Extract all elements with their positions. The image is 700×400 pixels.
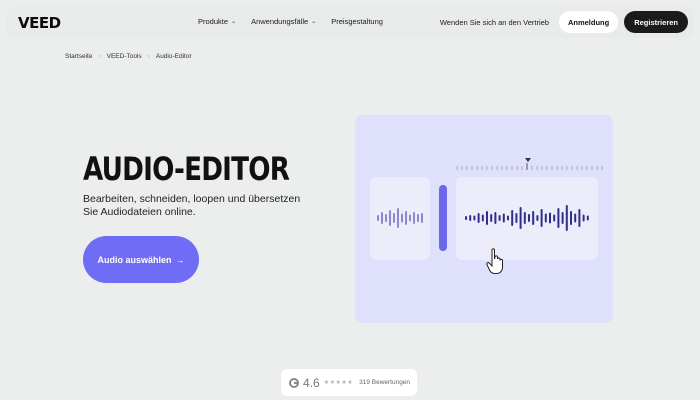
nav-item-label: Produkte — [198, 17, 229, 26]
waveform-left — [377, 208, 423, 228]
audio-clip-left — [370, 177, 430, 260]
page-title: AUDIO-EDITOR — [83, 150, 290, 188]
register-button[interactable]: Registrieren — [624, 11, 688, 33]
google-icon — [289, 377, 299, 388]
waveform-bar — [570, 211, 572, 225]
waveform-bar — [421, 213, 423, 223]
waveform-bar — [389, 210, 391, 226]
waveform-bar — [586, 215, 589, 221]
waveform-bar — [405, 211, 407, 225]
waveform-bar — [536, 215, 539, 221]
nav-actions: Wenden Sie sich an den Vertrieb Anmeldun… — [440, 11, 688, 33]
nav-item-preisgestaltung[interactable]: Preisgestaltung — [331, 17, 383, 26]
rating-count: 319 Bewertungen — [359, 379, 411, 386]
waveform-bar — [507, 215, 509, 221]
waveform-bar — [385, 214, 387, 222]
chevron-down-icon: ⌄ — [231, 19, 237, 25]
waveform-right — [465, 205, 589, 231]
waveform-bar — [417, 214, 419, 222]
waveform-bar — [486, 211, 488, 225]
breadcrumb-separator: › — [98, 53, 101, 60]
waveform-bar — [532, 211, 535, 225]
nav-item-label: Anwendungsfälle — [251, 17, 309, 26]
star-rating-icon: ★★★★★ — [323, 380, 354, 386]
waveform-bar — [413, 212, 415, 224]
top-navigation: VEED Produkte ⌄ Anwendungsfälle ⌄ Preisg… — [6, 6, 694, 38]
rating-value: 4.6 — [303, 375, 320, 390]
waveform-bar — [528, 214, 530, 222]
hand-cursor-icon — [486, 248, 503, 274]
hero-subtitle: Bearbeiten, schneiden, loopen und überse… — [83, 193, 301, 218]
breadcrumb-item-current: Audio-Editor — [155, 53, 192, 60]
waveform-bar — [481, 214, 484, 222]
select-audio-button[interactable]: Audio auswählen → — [83, 236, 199, 283]
waveform-bar — [557, 208, 560, 228]
waveform-bar — [409, 214, 411, 222]
contact-sales-link[interactable]: Wenden Sie sich an den Vertrieb — [440, 18, 549, 27]
nav-item-anwendungsfaelle[interactable]: Anwendungsfälle ⌄ — [251, 17, 316, 26]
waveform-bar — [578, 209, 581, 227]
waveform-bar — [377, 215, 379, 221]
timeline-ruler — [456, 158, 603, 170]
cta-label: Audio auswählen — [97, 254, 172, 265]
chevron-down-icon: ⌄ — [311, 19, 317, 25]
waveform-bar — [553, 214, 556, 222]
waveform-bar — [381, 212, 383, 224]
playhead-marker-icon — [525, 158, 531, 162]
breadcrumb-separator: › — [147, 53, 150, 60]
waveform-bar — [519, 207, 522, 229]
waveform-bar — [393, 213, 395, 223]
waveform-bar — [561, 212, 564, 224]
waveform-bar — [582, 214, 585, 222]
trim-handle — [439, 185, 447, 251]
breadcrumb: Startseite › VEED-Tools › Audio-Editor — [65, 53, 192, 60]
nav-links: Produkte ⌄ Anwendungsfälle ⌄ Preisgestal… — [198, 17, 383, 26]
waveform-bar — [469, 215, 472, 221]
breadcrumb-item-tools[interactable]: VEED-Tools — [107, 53, 142, 60]
waveform-bar — [473, 215, 476, 221]
arrow-right-icon: → — [175, 254, 185, 265]
rating-badge: 4.6 ★★★★★ 319 Bewertungen — [281, 369, 417, 396]
audio-editor-illustration — [355, 115, 613, 323]
veed-logo[interactable]: VEED — [18, 14, 61, 32]
breadcrumb-item-home[interactable]: Startseite — [65, 53, 92, 60]
waveform-bar — [574, 213, 577, 223]
login-button[interactable]: Anmeldung — [558, 11, 619, 33]
waveform-bar — [494, 212, 497, 224]
audio-clip-right — [456, 177, 598, 260]
waveform-bar — [544, 213, 547, 223]
waveform-bar — [549, 212, 551, 224]
waveform-bar — [523, 212, 526, 224]
waveform-bar — [515, 213, 518, 223]
waveform-bar — [540, 209, 543, 227]
waveform-bar — [511, 210, 514, 226]
waveform-bar — [401, 213, 403, 223]
waveform-bar — [498, 215, 501, 221]
waveform-bar — [490, 214, 493, 222]
waveform-bar — [502, 213, 505, 223]
waveform-bar — [477, 213, 480, 223]
waveform-bar — [397, 208, 399, 228]
nav-item-label: Preisgestaltung — [331, 17, 383, 26]
nav-item-produkte[interactable]: Produkte ⌄ — [198, 17, 236, 26]
waveform-bar — [565, 205, 568, 231]
waveform-bar — [465, 216, 467, 220]
